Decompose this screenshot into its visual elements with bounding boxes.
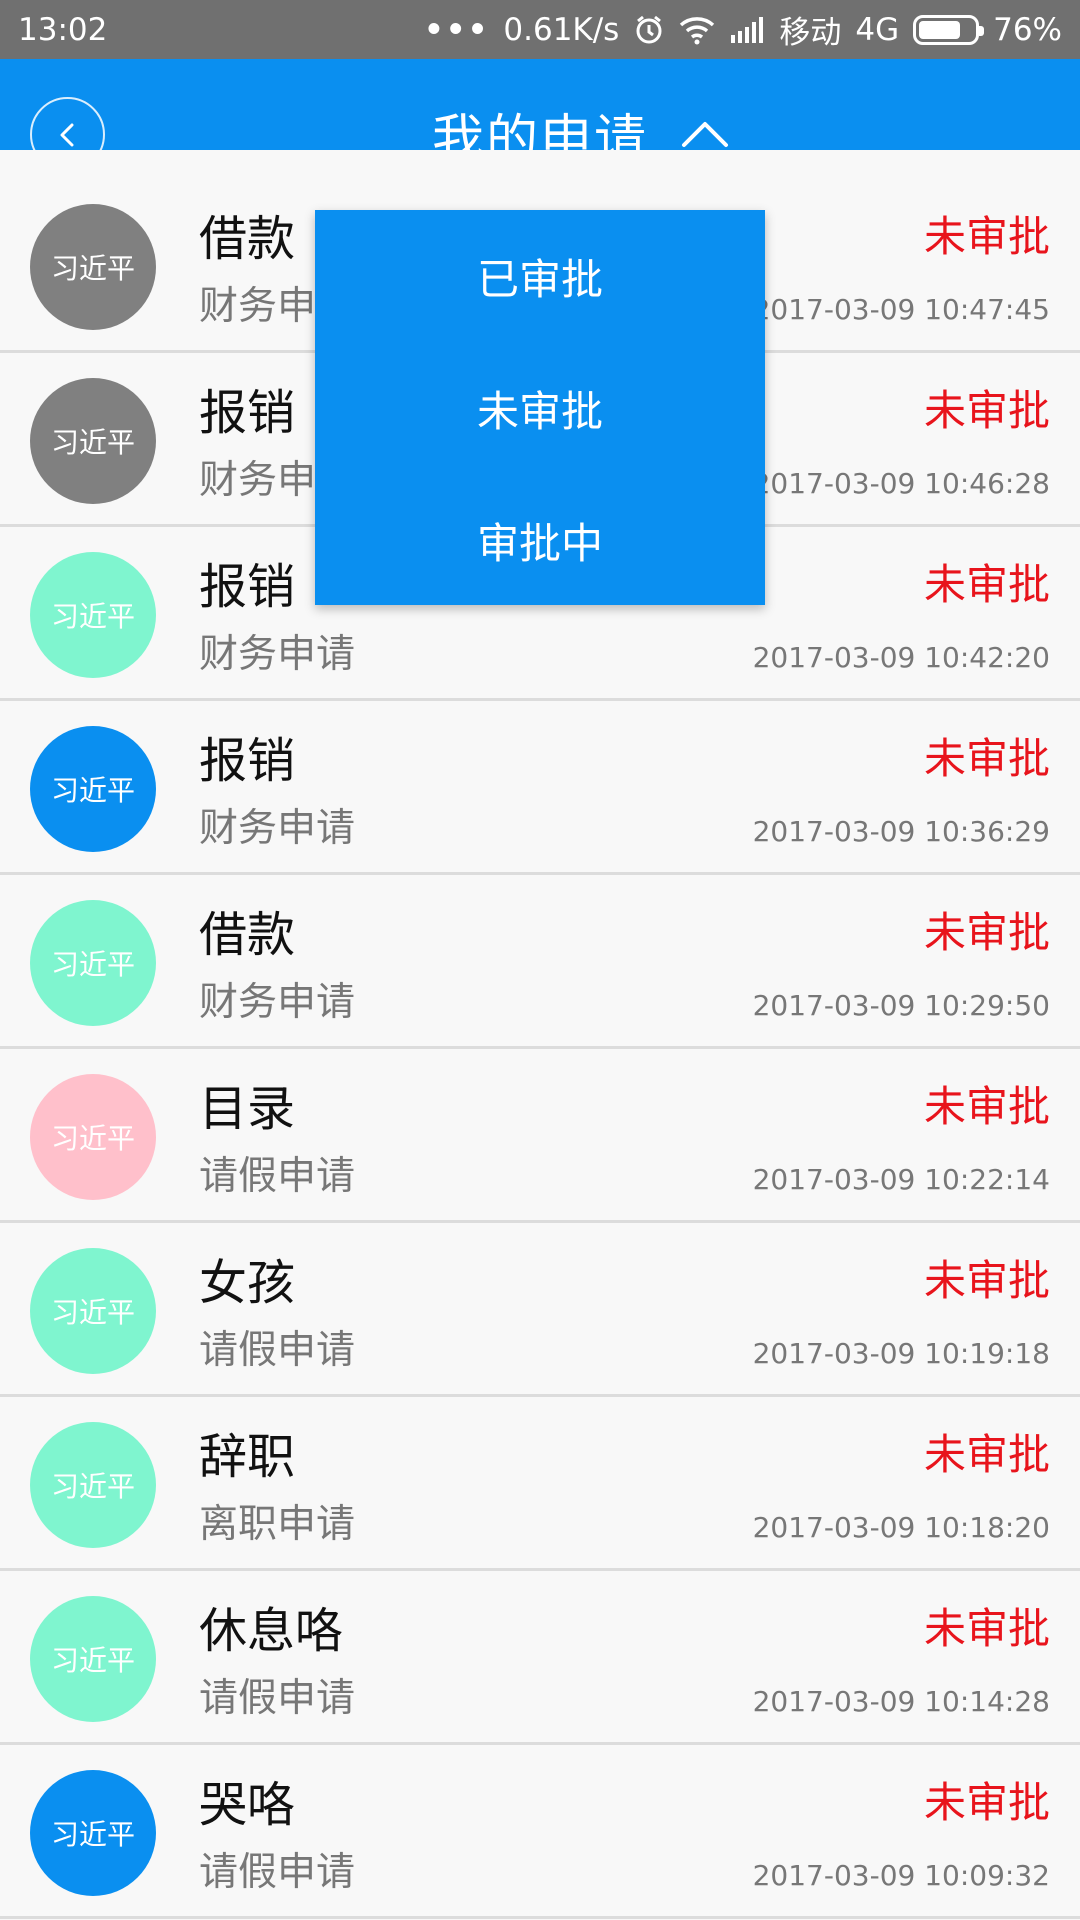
avatar: 习近平	[30, 726, 156, 852]
chevron-up-icon	[682, 122, 728, 147]
item-category: 财务申请	[199, 806, 356, 851]
item-title: 哭咯	[199, 1777, 296, 1833]
dropdown-item-in-progress[interactable]: 审批中	[315, 474, 765, 606]
avatar: 习近平	[30, 378, 156, 504]
wifi-icon	[679, 15, 715, 45]
list-item[interactable]: 习近平 哭咯请假申请 未审批 2017-03-09 10:09:32	[0, 1745, 1080, 1919]
status-badge: 未审批	[923, 386, 1050, 435]
chevron-left-icon	[60, 123, 73, 146]
item-timestamp: 2017-03-09 10:42:20	[752, 641, 1050, 674]
item-title: 报销	[199, 559, 296, 615]
battery-icon	[913, 14, 985, 45]
screen: 13:02 ••• 0.61K/s 移动 4G 76% 我的申请 习近平 借款 …	[0, 0, 1080, 1920]
dropdown-item-approved[interactable]: 已审批	[315, 210, 765, 342]
item-timestamp: 2017-03-09 10:47:45	[752, 293, 1050, 326]
item-category: 离职申请	[199, 1502, 356, 1547]
avatar: 习近平	[30, 1596, 156, 1722]
list-item[interactable]: 习近平 报销财务申请 未审批 2017-03-09 10:36:29	[0, 701, 1080, 875]
battery-percent: 76%	[993, 11, 1062, 48]
status-time: 13:02	[18, 11, 108, 48]
avatar: 习近平	[30, 552, 156, 678]
avatar: 习近平	[30, 900, 156, 1026]
item-timestamp: 2017-03-09 10:36:29	[752, 815, 1050, 848]
status-badge: 未审批	[923, 1256, 1050, 1305]
carrier-label: 移动	[779, 15, 842, 51]
status-badge: 未审批	[923, 734, 1050, 783]
item-category: 财务申请	[199, 632, 356, 677]
list-item[interactable]: 习近平 目录请假申请 未审批 2017-03-09 10:22:14	[0, 1049, 1080, 1223]
filter-dropdown: 已审批 未审批 审批中	[315, 210, 765, 605]
item-timestamp: 2017-03-09 10:14:28	[752, 1685, 1050, 1718]
avatar: 习近平	[30, 204, 156, 330]
item-title: 辞职	[199, 1429, 296, 1485]
status-icons: ••• 0.61K/s 移动 4G 76%	[424, 7, 1062, 52]
item-timestamp: 2017-03-09 10:46:28	[752, 467, 1050, 500]
dropdown-item-unapproved[interactable]: 未审批	[315, 342, 765, 474]
item-title: 休息咯	[199, 1603, 344, 1659]
item-category: 请假申请	[199, 1328, 356, 1373]
network-type: 4G	[855, 11, 900, 48]
item-category: 请假申请	[199, 1676, 356, 1721]
item-timestamp: 2017-03-09 10:18:20	[752, 1511, 1050, 1544]
signal-icon	[729, 16, 765, 43]
status-badge: 未审批	[923, 560, 1050, 609]
item-title: 报销	[199, 733, 296, 789]
list-item[interactable]: 习近平 女孩请假申请 未审批 2017-03-09 10:19:18	[0, 1223, 1080, 1397]
status-badge: 未审批	[923, 1778, 1050, 1827]
item-title: 借款	[199, 907, 296, 963]
item-title: 目录	[199, 1081, 296, 1137]
status-bar: 13:02 ••• 0.61K/s 移动 4G 76%	[0, 0, 1080, 59]
status-badge: 未审批	[923, 1082, 1050, 1131]
item-timestamp: 2017-03-09 10:09:32	[752, 1859, 1050, 1892]
avatar: 习近平	[30, 1074, 156, 1200]
status-badge: 未审批	[923, 908, 1050, 957]
item-timestamp: 2017-03-09 10:19:18	[752, 1337, 1050, 1370]
item-category: 请假申请	[199, 1850, 356, 1895]
avatar: 习近平	[30, 1770, 156, 1896]
item-title: 报销	[199, 385, 296, 441]
avatar: 习近平	[30, 1248, 156, 1374]
item-timestamp: 2017-03-09 10:29:50	[752, 989, 1050, 1022]
item-title: 借款	[199, 211, 296, 267]
status-badge: 未审批	[923, 1430, 1050, 1479]
alarm-icon	[633, 14, 665, 46]
status-badge: 未审批	[923, 1604, 1050, 1653]
network-speed: 0.61K/s	[503, 11, 620, 48]
battery-level	[919, 20, 961, 39]
item-title: 女孩	[199, 1255, 296, 1311]
list-item[interactable]: 习近平 辞职离职申请 未审批 2017-03-09 10:18:20	[0, 1397, 1080, 1571]
item-category: 财务申请	[199, 980, 356, 1025]
more-dots-icon: •••	[423, 11, 490, 48]
item-timestamp: 2017-03-09 10:22:14	[752, 1163, 1050, 1196]
avatar: 习近平	[30, 1422, 156, 1548]
list-item[interactable]: 习近平 借款财务申请 未审批 2017-03-09 10:29:50	[0, 875, 1080, 1049]
item-category: 请假申请	[199, 1154, 356, 1199]
list-item[interactable]: 习近平 休息咯请假申请 未审批 2017-03-09 10:14:28	[0, 1571, 1080, 1745]
status-badge: 未审批	[923, 212, 1050, 261]
